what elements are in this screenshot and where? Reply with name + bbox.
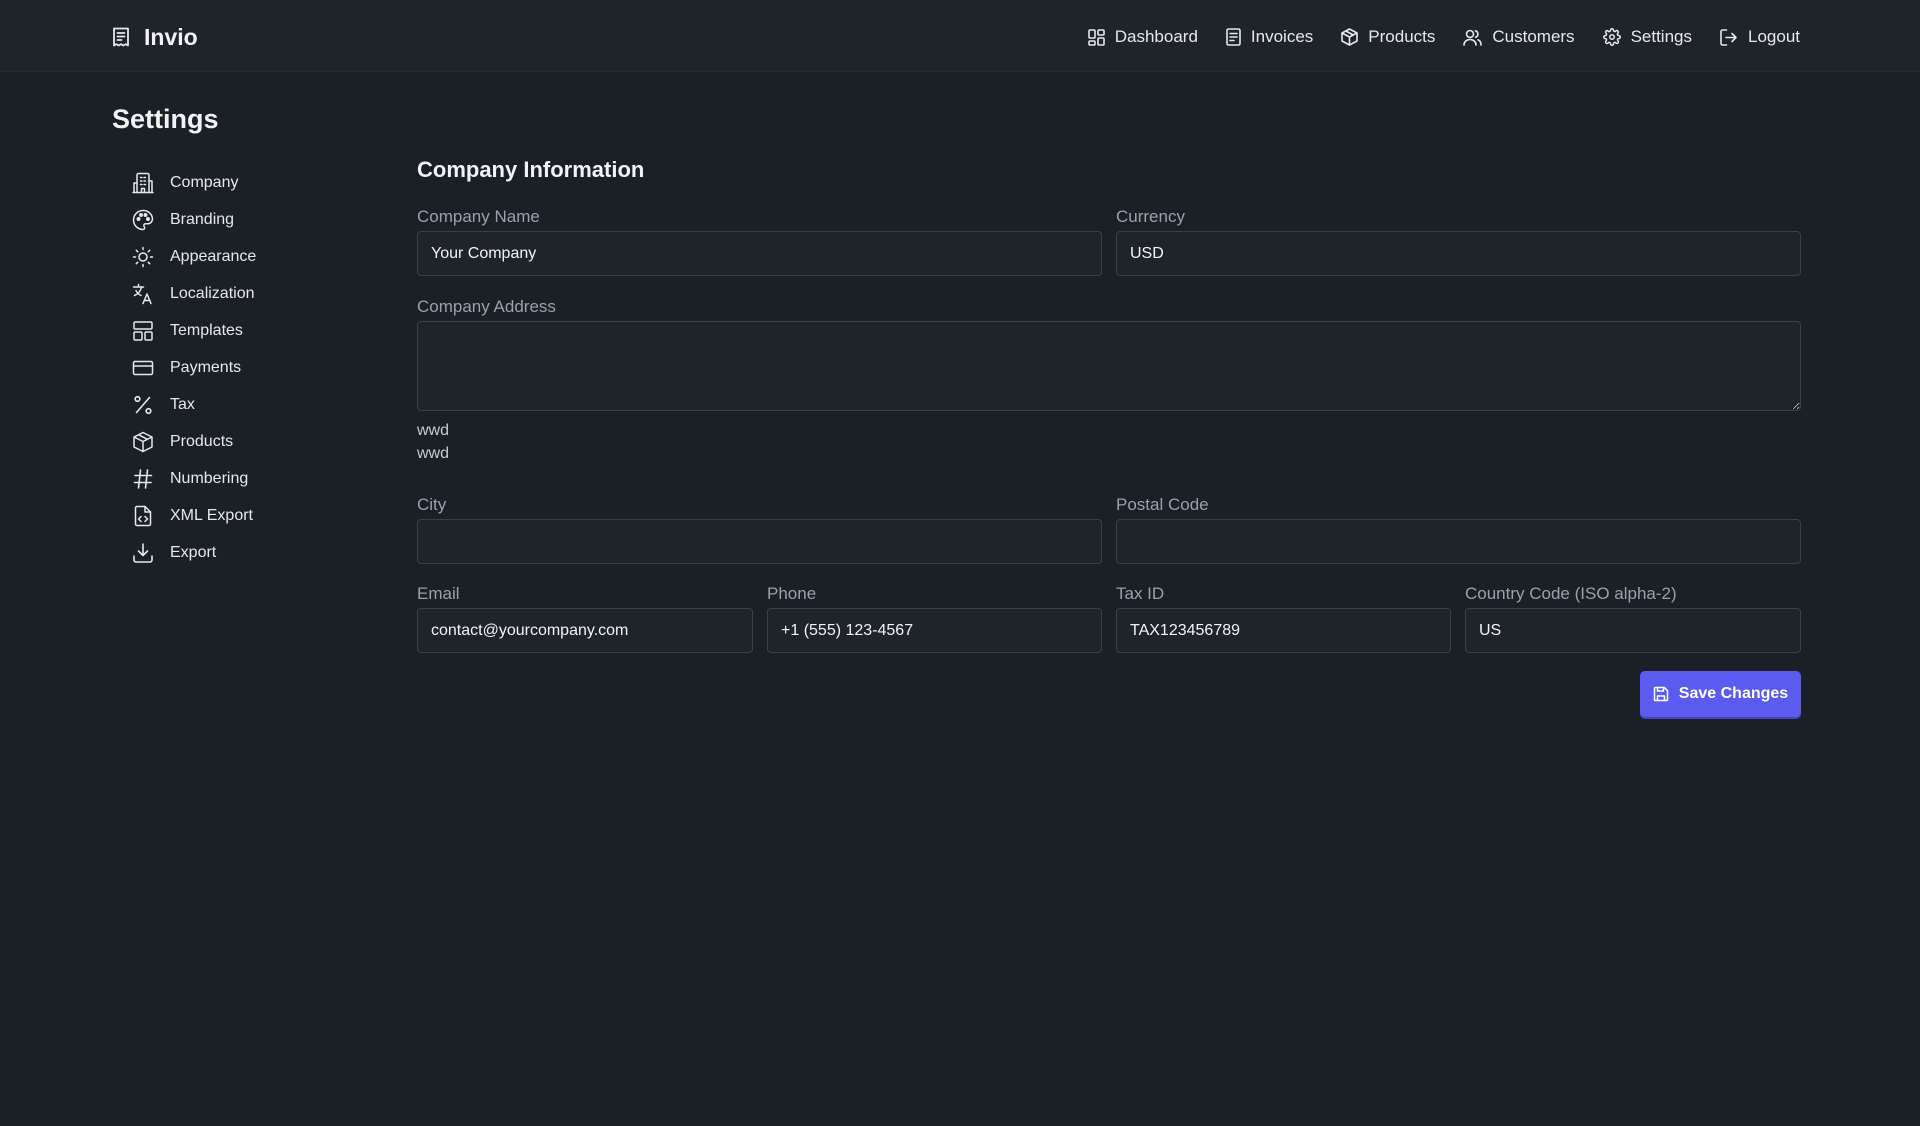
nav-logout[interactable]: Logout (1720, 27, 1800, 47)
email-input[interactable] (417, 608, 753, 653)
app-name: Invio (144, 23, 198, 50)
nav-label: Products (1368, 27, 1436, 46)
sidebar-item-label: Company (170, 173, 239, 191)
building-icon (132, 172, 154, 194)
credit-card-icon (132, 357, 154, 379)
nav-invoices[interactable]: Invoices (1226, 27, 1313, 47)
sidebar-item-templates[interactable]: Templates (132, 312, 382, 349)
address-preview-line: wwd (417, 422, 450, 439)
sun-icon (132, 246, 154, 268)
currency-input[interactable] (1116, 231, 1801, 276)
nav-settings[interactable]: Settings (1602, 27, 1692, 47)
sidebar-item-numbering[interactable]: Numbering (132, 460, 382, 497)
main-nav: Dashboard Invoices Products Customers Se… (1087, 22, 1800, 52)
settings-sidebar: Company Branding Appearance Localization… (132, 164, 382, 571)
postal-code-label: Postal Code (1116, 495, 1209, 514)
sidebar-item-label: Localization (170, 284, 255, 302)
company-information-form: Company Information (417, 150, 1802, 190)
hash-icon (132, 468, 154, 490)
sidebar-item-label: XML Export (170, 506, 253, 524)
sidebar-item-label: Products (170, 432, 234, 450)
city-input[interactable] (417, 519, 1102, 564)
logout-icon (1720, 28, 1738, 46)
company-name-input[interactable] (417, 231, 1102, 276)
phone-label: Phone (767, 584, 817, 603)
sidebar-item-appearance[interactable]: Appearance (132, 238, 382, 275)
nav-label: Dashboard (1114, 27, 1198, 46)
section-title: Company Information (417, 157, 645, 182)
percent-icon (132, 394, 154, 416)
company-name-label: Company Name (417, 207, 540, 226)
tax-id-input[interactable] (1116, 608, 1451, 653)
palette-icon (132, 209, 154, 231)
email-label: Email (417, 584, 460, 603)
file-code-icon (132, 505, 154, 527)
sidebar-item-label: Numbering (170, 469, 249, 487)
sidebar-item-label: Branding (170, 210, 235, 228)
save-changes-button[interactable]: Save Changes (1640, 671, 1801, 717)
sidebar-item-products[interactable]: Products (132, 423, 382, 460)
nav-customers[interactable]: Customers (1463, 27, 1575, 47)
nav-label: Settings (1630, 27, 1692, 46)
sidebar-item-export[interactable]: Export (132, 534, 382, 571)
currency-label: Currency (1116, 207, 1185, 226)
page-title: Settings (112, 104, 219, 134)
company-address-label: Company Address (417, 297, 556, 316)
layout-icon (132, 320, 154, 342)
document-icon (1226, 28, 1241, 46)
nav-label: Invoices (1250, 27, 1314, 46)
sidebar-item-localization[interactable]: Localization (132, 275, 382, 312)
sidebar-item-tax[interactable]: Tax (132, 386, 382, 423)
tax-id-label: Tax ID (1116, 584, 1165, 603)
sidebar-item-label: Templates (170, 321, 243, 339)
grid-icon (1087, 28, 1105, 46)
company-address-textarea[interactable] (417, 321, 1801, 411)
city-label: City (417, 495, 447, 514)
nav-label: Customers (1492, 27, 1575, 46)
phone-input[interactable] (767, 608, 1102, 653)
box-icon (1341, 28, 1359, 46)
download-icon (132, 542, 154, 564)
gear-icon (1602, 28, 1621, 46)
users-icon (1463, 29, 1483, 46)
country-code-label: Country Code (ISO alpha-2) (1465, 584, 1677, 603)
sidebar-item-label: Tax (170, 395, 195, 413)
sidebar-item-label: Appearance (170, 247, 257, 265)
sidebar-item-label: Payments (170, 358, 242, 376)
save-icon (1653, 686, 1669, 702)
receipt-icon (112, 27, 130, 47)
box-icon (132, 431, 154, 453)
save-button-label: Save Changes (1678, 685, 1789, 702)
country-code-input[interactable] (1465, 608, 1801, 653)
translate-icon (132, 283, 154, 305)
address-preview-line: wwd (417, 445, 450, 462)
top-navbar: Invio Dashboard Invoices Products Custom… (0, 0, 1920, 72)
sidebar-item-xml-export[interactable]: XML Export (132, 497, 382, 534)
nav-dashboard[interactable]: Dashboard (1087, 27, 1198, 47)
sidebar-item-payments[interactable]: Payments (132, 349, 382, 386)
sidebar-item-branding[interactable]: Branding (132, 201, 382, 238)
brand[interactable]: Invio (112, 22, 198, 52)
sidebar-item-label: Export (170, 543, 217, 561)
nav-products[interactable]: Products (1341, 27, 1435, 47)
postal-code-input[interactable] (1116, 519, 1801, 564)
nav-label: Logout (1748, 27, 1800, 46)
sidebar-item-company[interactable]: Company (132, 164, 382, 201)
